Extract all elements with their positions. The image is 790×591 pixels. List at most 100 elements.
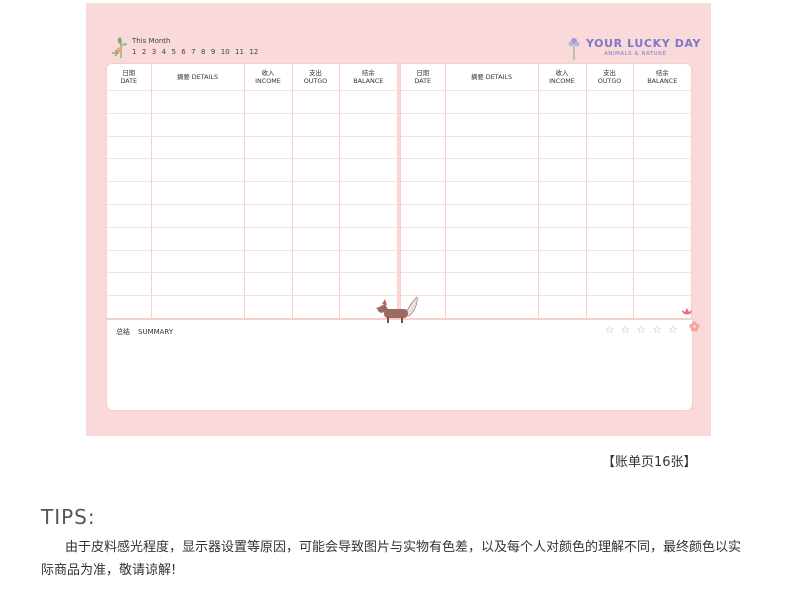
ledger-cell[interactable] (401, 158, 446, 183)
ledger-cell[interactable] (151, 204, 245, 228)
ledger-cell[interactable] (401, 204, 446, 228)
month-item[interactable]: 2 (142, 48, 146, 56)
month-item[interactable]: 10 (221, 48, 230, 56)
ledger-cell[interactable] (244, 250, 293, 274)
ledger-cell[interactable] (401, 90, 446, 114)
ledger-cell[interactable] (586, 272, 634, 297)
star-icon[interactable]: ☆ (621, 323, 637, 336)
ledger-cell[interactable] (339, 204, 397, 228)
ledger-cell[interactable] (445, 272, 539, 297)
ledger-cell[interactable] (339, 272, 397, 297)
ledger-cell[interactable] (586, 136, 634, 160)
ledger-cell[interactable] (339, 90, 397, 114)
ledger-cell[interactable] (107, 136, 152, 160)
ledger-cell[interactable] (107, 181, 152, 205)
ledger-cell[interactable] (401, 227, 446, 251)
ledger-cell[interactable] (151, 136, 245, 160)
ledger-cell[interactable] (292, 136, 340, 160)
ledger-cell[interactable] (339, 113, 397, 137)
ledger-cell[interactable] (445, 227, 539, 251)
ledger-cell[interactable] (244, 136, 293, 160)
star-icon[interactable]: ☆ (636, 323, 652, 336)
star-icon[interactable]: ☆ (605, 323, 621, 336)
ledger-cell[interactable] (633, 227, 691, 251)
ledger-cell[interactable] (244, 113, 293, 137)
ledger-cell[interactable] (445, 90, 539, 114)
ledger-cell[interactable] (151, 227, 245, 251)
star-rating[interactable]: ☆☆☆☆☆ (605, 323, 684, 336)
ledger-cell[interactable] (151, 113, 245, 137)
ledger-cell[interactable] (538, 136, 587, 160)
ledger-cell[interactable] (107, 295, 152, 319)
ledger-cell[interactable] (538, 204, 587, 228)
ledger-cell[interactable] (586, 90, 634, 114)
ledger-cell[interactable] (244, 272, 293, 297)
ledger-cell[interactable] (538, 227, 587, 251)
ledger-cell[interactable] (292, 250, 340, 274)
ledger-cell[interactable] (538, 181, 587, 205)
star-icon[interactable]: ☆ (652, 323, 668, 336)
star-icon[interactable]: ☆ (668, 323, 684, 336)
ledger-cell[interactable] (586, 227, 634, 251)
ledger-cell[interactable] (586, 204, 634, 228)
month-item[interactable]: 4 (162, 48, 166, 56)
ledger-cell[interactable] (586, 250, 634, 274)
ledger-cell[interactable] (445, 136, 539, 160)
ledger-cell[interactable] (538, 272, 587, 297)
month-item[interactable]: 7 (191, 48, 195, 56)
ledger-cell[interactable] (339, 227, 397, 251)
month-item[interactable]: 1 (132, 48, 136, 56)
ledger-cell[interactable] (339, 136, 397, 160)
month-item[interactable]: 12 (249, 48, 258, 56)
ledger-cell[interactable] (633, 113, 691, 137)
ledger-cell[interactable] (151, 90, 245, 114)
ledger-cell[interactable] (151, 158, 245, 183)
ledger-cell[interactable] (292, 204, 340, 228)
ledger-cell[interactable] (445, 181, 539, 205)
ledger-cell[interactable] (445, 204, 539, 228)
ledger-cell[interactable] (401, 250, 446, 274)
ledger-cell[interactable] (339, 250, 397, 274)
month-item[interactable]: 8 (201, 48, 205, 56)
ledger-cell[interactable] (401, 136, 446, 160)
ledger-cell[interactable] (401, 272, 446, 297)
ledger-cell[interactable] (107, 113, 152, 137)
summary-box[interactable]: 总结 SUMMARY ☆☆☆☆☆ (106, 318, 693, 411)
ledger-cell[interactable] (633, 158, 691, 183)
ledger-cell[interactable] (445, 113, 539, 137)
ledger-cell[interactable] (244, 90, 293, 114)
ledger-cell[interactable] (151, 272, 245, 297)
ledger-cell[interactable] (107, 272, 152, 297)
ledger-cell[interactable] (586, 295, 634, 319)
ledger-cell[interactable] (538, 90, 587, 114)
ledger-cell[interactable] (151, 250, 245, 274)
ledger-cell[interactable] (633, 204, 691, 228)
ledger-cell[interactable] (292, 90, 340, 114)
ledger-cell[interactable] (107, 204, 152, 228)
ledger-cell[interactable] (292, 227, 340, 251)
ledger-cell[interactable] (339, 181, 397, 205)
ledger-cell[interactable] (244, 295, 293, 319)
ledger-cell[interactable] (586, 181, 634, 205)
ledger-cell[interactable] (633, 181, 691, 205)
month-item[interactable]: 9 (211, 48, 215, 56)
ledger-cell[interactable] (151, 295, 245, 319)
ledger-cell[interactable] (292, 272, 340, 297)
month-item[interactable]: 11 (235, 48, 244, 56)
ledger-cell[interactable] (538, 295, 587, 319)
ledger-cell[interactable] (292, 113, 340, 137)
ledger-cell[interactable] (445, 158, 539, 183)
ledger-cell[interactable] (633, 272, 691, 297)
ledger-cell[interactable] (107, 250, 152, 274)
ledger-cell[interactable] (538, 250, 587, 274)
ledger-cell[interactable] (586, 158, 634, 183)
ledger-cell[interactable] (633, 136, 691, 160)
ledger-cell[interactable] (244, 158, 293, 183)
ledger-cell[interactable] (107, 158, 152, 183)
ledger-cell[interactable] (292, 158, 340, 183)
month-item[interactable]: 6 (181, 48, 185, 56)
ledger-cell[interactable] (633, 250, 691, 274)
ledger-cell[interactable] (538, 158, 587, 183)
ledger-cell[interactable] (633, 90, 691, 114)
ledger-cell[interactable] (151, 181, 245, 205)
